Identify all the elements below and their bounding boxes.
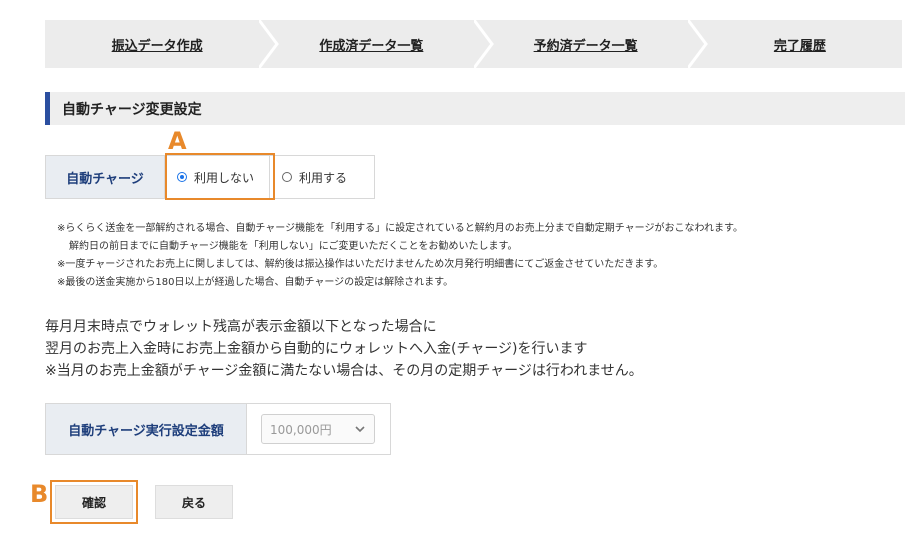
radio-option-not-use[interactable]: 利用しない xyxy=(165,156,269,198)
step-link-reserved-list[interactable]: 予約済データ一覧 xyxy=(534,35,638,54)
charge-amount-setting: 自動チャージ実行設定金額 100,000円 xyxy=(45,403,391,455)
step-link-history[interactable]: 完了履歴 xyxy=(774,35,826,54)
step-reserved-list: 予約済データ一覧 xyxy=(473,20,688,68)
description-line: 翌月のお売上入金時にお売上金額から自動的にウォレットへ入金(チャージ)を行います xyxy=(45,341,588,357)
step-history: 完了履歴 xyxy=(687,20,902,68)
description: 毎月月末時点でウォレット残高が表示金額以下となった場合に 翌月のお売上入金時にお… xyxy=(45,316,643,382)
step-created-list: 作成済データ一覧 xyxy=(259,20,473,68)
description-line: 毎月月末時点でウォレット残高が表示金額以下となった場合に xyxy=(45,319,437,335)
step-navigation: 振込データ作成 作成済データ一覧 予約済データ一覧 完了履歴 xyxy=(45,20,902,68)
chevron-separator-icon xyxy=(687,20,708,68)
back-button[interactable]: 戻る xyxy=(155,485,233,519)
note-line: ※最後の送金実施から180日以上が経過した場合、自動チャージの設定は解除されます… xyxy=(57,277,454,288)
annotation-label-a: A xyxy=(168,127,187,155)
step-link-created-list[interactable]: 作成済データ一覧 xyxy=(319,35,423,54)
step-create: 振込データ作成 xyxy=(45,20,259,68)
radio-label-use: 利用する xyxy=(299,170,348,185)
note-line: ※一度チャージされたお売上に関しましては、解約後は振込操作はいただけませんため次… xyxy=(57,259,664,270)
annotation-label-b: B xyxy=(30,480,49,508)
charge-amount-cell: 100,000円 xyxy=(247,404,390,454)
section-title: 自動チャージ変更設定 xyxy=(45,92,905,125)
chevron-separator-icon xyxy=(259,20,280,68)
chevron-separator-icon xyxy=(473,20,494,68)
radio-checked-icon[interactable] xyxy=(177,172,187,182)
auto-charge-setting: 自動チャージ 利用しない 利用する xyxy=(45,155,375,199)
chevron-down-icon xyxy=(355,426,365,433)
note-line: 解約日の前日までに自動チャージ機能を「利用しない」にご変更いただくことをお勧めい… xyxy=(69,241,518,252)
charge-amount-label: 自動チャージ実行設定金額 xyxy=(46,404,247,454)
note-line: ※らくらく送金を一部解約される場合、自動チャージ機能を「利用する」に設定されてい… xyxy=(57,223,743,234)
charge-amount-value: 100,000円 xyxy=(270,422,332,437)
charge-amount-select[interactable]: 100,000円 xyxy=(261,414,375,444)
radio-unchecked-icon[interactable] xyxy=(282,172,292,182)
auto-charge-label: 自動チャージ xyxy=(46,156,165,198)
step-link-create[interactable]: 振込データ作成 xyxy=(112,35,203,54)
radio-option-use[interactable]: 利用する xyxy=(269,156,374,198)
radio-label-not-use: 利用しない xyxy=(194,170,255,185)
description-line: ※当月のお売上金額がチャージ金額に満たない場合は、その月の定期チャージは行われま… xyxy=(45,363,643,379)
confirm-button[interactable]: 確認 xyxy=(55,485,133,519)
notes: ※らくらく送金を一部解約される場合、自動チャージ機能を「利用する」に設定されてい… xyxy=(57,220,907,292)
